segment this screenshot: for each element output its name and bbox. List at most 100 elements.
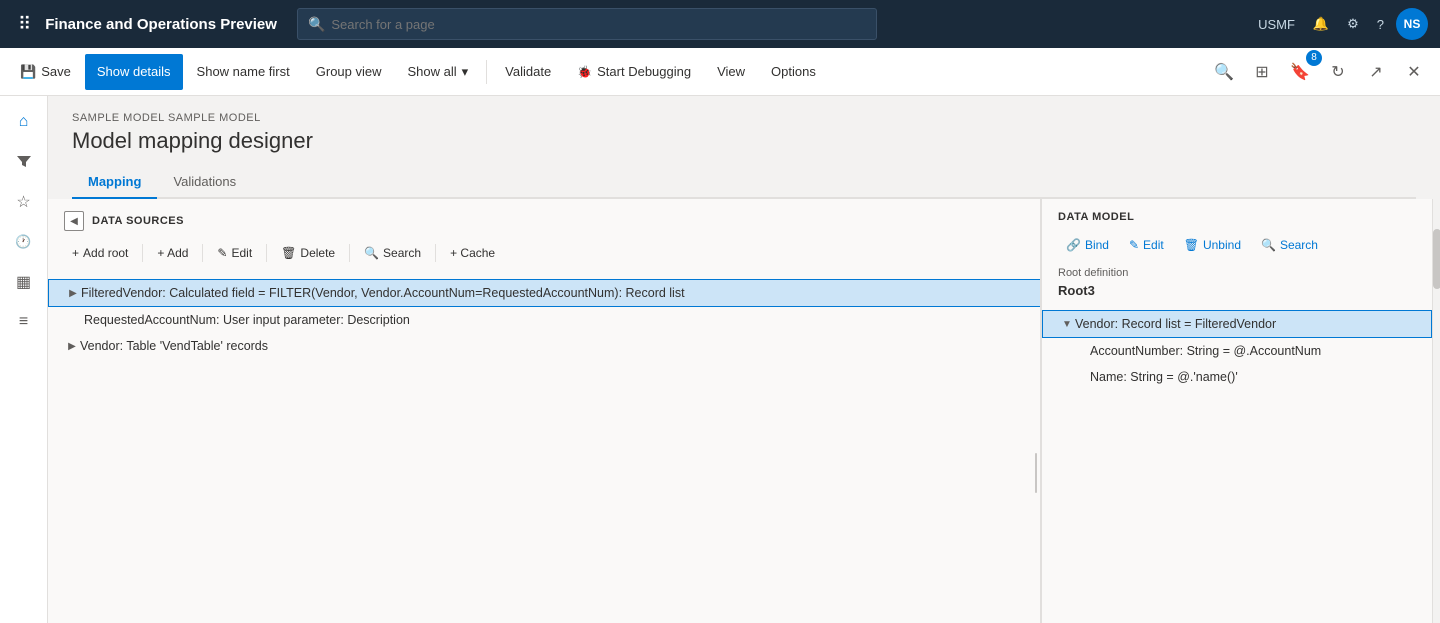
ds-sep-5 — [435, 244, 436, 262]
sidebar-item-recent[interactable]: 🕐 — [6, 224, 42, 260]
refresh-icon[interactable]: ↻ — [1320, 54, 1356, 90]
dm-tree: ▼ Vendor: Record list = FilteredVendor ▶… — [1042, 306, 1432, 623]
save-icon: 💾 — [20, 64, 36, 80]
bookmark-badge: 8 — [1306, 50, 1322, 66]
ds-sep-4 — [349, 244, 350, 262]
close-icon[interactable]: ✕ — [1396, 54, 1432, 90]
sidebar-item-home[interactable]: ⌂ — [6, 104, 42, 140]
toolbar-right-actions: 🔍 ⊞ 🔖 8 ↻ ↗ ✕ — [1206, 54, 1432, 90]
tree-item-filteredvendor-text: FilteredVendor: Calculated field = FILTE… — [81, 286, 1024, 300]
sidebar-item-favorites[interactable]: ☆ — [6, 184, 42, 220]
root-definition-label: Root definition — [1058, 267, 1416, 279]
add-root-icon: + — [72, 246, 79, 260]
ds-tree: ▶ FilteredVendor: Calculated field = FIL… — [48, 275, 1041, 623]
tab-validations[interactable]: Validations — [157, 166, 252, 199]
data-sources-panel: ◀ DATA SOURCES + Add root + Add ✎ E — [48, 199, 1042, 623]
expander-requestedaccountnum: ▶ — [68, 312, 84, 328]
debug-icon: 🐞 — [577, 65, 592, 79]
top-navigation: ⠿ Finance and Operations Preview 🔍 USMF … — [0, 0, 1440, 48]
search-toolbar-icon[interactable]: 🔍 — [1206, 54, 1242, 90]
app-body: ⌂ ☆ 🕐 ▦ ≡ SAMPLE MODEL SAMPLE MODEL Mode… — [0, 96, 1440, 623]
validate-button[interactable]: Validate — [493, 54, 563, 90]
global-search-box[interactable]: 🔍 — [297, 8, 877, 40]
view-button[interactable]: View — [705, 54, 757, 90]
bind-button[interactable]: 🔗 Bind — [1058, 231, 1117, 259]
left-sidebar: ⌂ ☆ 🕐 ▦ ≡ — [0, 96, 48, 623]
open-in-new-icon[interactable]: ↗ — [1358, 54, 1394, 90]
edit-button[interactable]: ✎ Edit — [209, 239, 260, 267]
ds-header: ◀ DATA SOURCES — [48, 199, 1041, 239]
sidebar-item-filter[interactable] — [6, 144, 42, 180]
content-area: ◀ DATA SOURCES + Add root + Add ✎ E — [48, 199, 1440, 623]
dm-expander-name: ▶ — [1074, 369, 1090, 385]
dm-tree-item-name-text: Name: String = @.'name()' — [1090, 370, 1238, 384]
ds-collapse-button[interactable]: ◀ — [64, 211, 84, 231]
expander-vendor[interactable]: ▶ — [64, 338, 80, 354]
dm-toolbar: 🔗 Bind ✎ Edit 🗑 Unbind 🔍 — [1058, 231, 1416, 259]
show-details-button[interactable]: Show details — [85, 54, 183, 90]
add-root-button[interactable]: + Add root — [64, 239, 136, 267]
show-name-first-button[interactable]: Show name first — [185, 54, 302, 90]
tree-item-filteredvendor[interactable]: ▶ FilteredVendor: Calculated field = FIL… — [48, 279, 1041, 307]
settings-icon[interactable]: ⚙ — [1341, 12, 1365, 36]
save-button[interactable]: 💾 Save — [8, 54, 83, 90]
tree-item-vendor[interactable]: ▶ Vendor: Table 'VendTable' records — [48, 333, 1041, 359]
tab-mapping[interactable]: Mapping — [72, 166, 157, 199]
dm-tree-item-vendor[interactable]: ▼ Vendor: Record list = FilteredVendor — [1042, 310, 1432, 338]
user-code: USMF — [1252, 13, 1301, 36]
dm-tree-item-vendor-text: Vendor: Record list = FilteredVendor — [1075, 317, 1276, 331]
expander-filteredvendor[interactable]: ▶ — [65, 285, 81, 301]
search-icon: 🔍 — [308, 16, 325, 33]
dm-edit-button[interactable]: ✎ Edit — [1121, 231, 1172, 259]
search-icon: 🔍 — [364, 246, 379, 260]
cache-button[interactable]: + Cache — [442, 239, 503, 267]
data-model-panel: DATA MODEL 🔗 Bind ✎ Edit 🗑 Unbind — [1042, 199, 1432, 623]
tree-item-requestedaccountnum[interactable]: ▶ RequestedAccountNum: User input parame… — [48, 307, 1041, 333]
dm-header: DATA MODEL 🔗 Bind ✎ Edit 🗑 Unbind — [1042, 199, 1432, 306]
app-title: Finance and Operations Preview — [45, 16, 277, 33]
dm-expander-accountnumber: ▶ — [1074, 343, 1090, 359]
bind-icon: 🔗 — [1066, 238, 1081, 252]
breadcrumb: SAMPLE MODEL SAMPLE MODEL — [72, 112, 1416, 124]
search-ds-button[interactable]: 🔍 Search — [356, 239, 429, 267]
page-header: SAMPLE MODEL SAMPLE MODEL Model mapping … — [48, 96, 1440, 199]
tab-bar: Mapping Validations — [72, 166, 1416, 199]
personalize-icon[interactable]: ⊞ — [1244, 54, 1280, 90]
main-toolbar: 💾 Save Show details Show name first Grou… — [0, 48, 1440, 96]
top-nav-right: USMF 🔔 ⚙ ? NS — [1252, 8, 1428, 40]
dm-tree-item-name[interactable]: ▶ Name: String = @.'name()' — [1042, 364, 1432, 390]
notification-icon[interactable]: 🔔 — [1307, 12, 1335, 36]
delete-button[interactable]: 🗑 Delete — [273, 239, 343, 267]
main-content: SAMPLE MODEL SAMPLE MODEL Model mapping … — [48, 96, 1440, 623]
ds-sep-3 — [266, 244, 267, 262]
user-avatar[interactable]: NS — [1396, 8, 1428, 40]
dm-edit-icon: ✎ — [1129, 238, 1139, 252]
ds-toolbar: + Add root + Add ✎ Edit 🗑 De — [48, 239, 1041, 275]
unbind-icon: 🗑 — [1184, 238, 1199, 252]
edit-icon: ✎ — [217, 246, 227, 260]
panel-border — [1040, 199, 1041, 623]
sidebar-item-list[interactable]: ≡ — [6, 304, 42, 340]
show-all-button[interactable]: Show all ▾ — [396, 54, 481, 90]
scroll-indicator — [1035, 453, 1037, 493]
search-input[interactable] — [331, 17, 866, 32]
group-view-button[interactable]: Group view — [304, 54, 394, 90]
dm-expander-vendor[interactable]: ▼ — [1059, 316, 1075, 332]
tree-item-vendor-text: Vendor: Table 'VendTable' records — [80, 339, 1025, 353]
scrollbar-thumb[interactable] — [1433, 229, 1440, 289]
dm-tree-item-accountnumber[interactable]: ▶ AccountNumber: String = @.AccountNum — [1042, 338, 1432, 364]
page-title: Model mapping designer — [72, 128, 1416, 154]
bookmarks-icon[interactable]: 🔖 8 — [1282, 54, 1318, 90]
add-button[interactable]: + Add — [149, 239, 196, 267]
help-icon[interactable]: ? — [1371, 13, 1390, 36]
chevron-down-icon: ▾ — [462, 64, 469, 80]
unbind-button[interactable]: 🗑 Unbind — [1176, 231, 1249, 259]
grid-menu-icon[interactable]: ⠿ — [12, 14, 37, 35]
options-button[interactable]: Options — [759, 54, 828, 90]
toolbar-separator-1 — [486, 60, 487, 84]
dm-search-button[interactable]: 🔍 Search — [1253, 231, 1326, 259]
sidebar-item-workspace[interactable]: ▦ — [6, 264, 42, 300]
ds-sep-1 — [142, 244, 143, 262]
start-debugging-button[interactable]: 🐞 Start Debugging — [565, 54, 703, 90]
vertical-scrollbar[interactable] — [1432, 199, 1440, 623]
